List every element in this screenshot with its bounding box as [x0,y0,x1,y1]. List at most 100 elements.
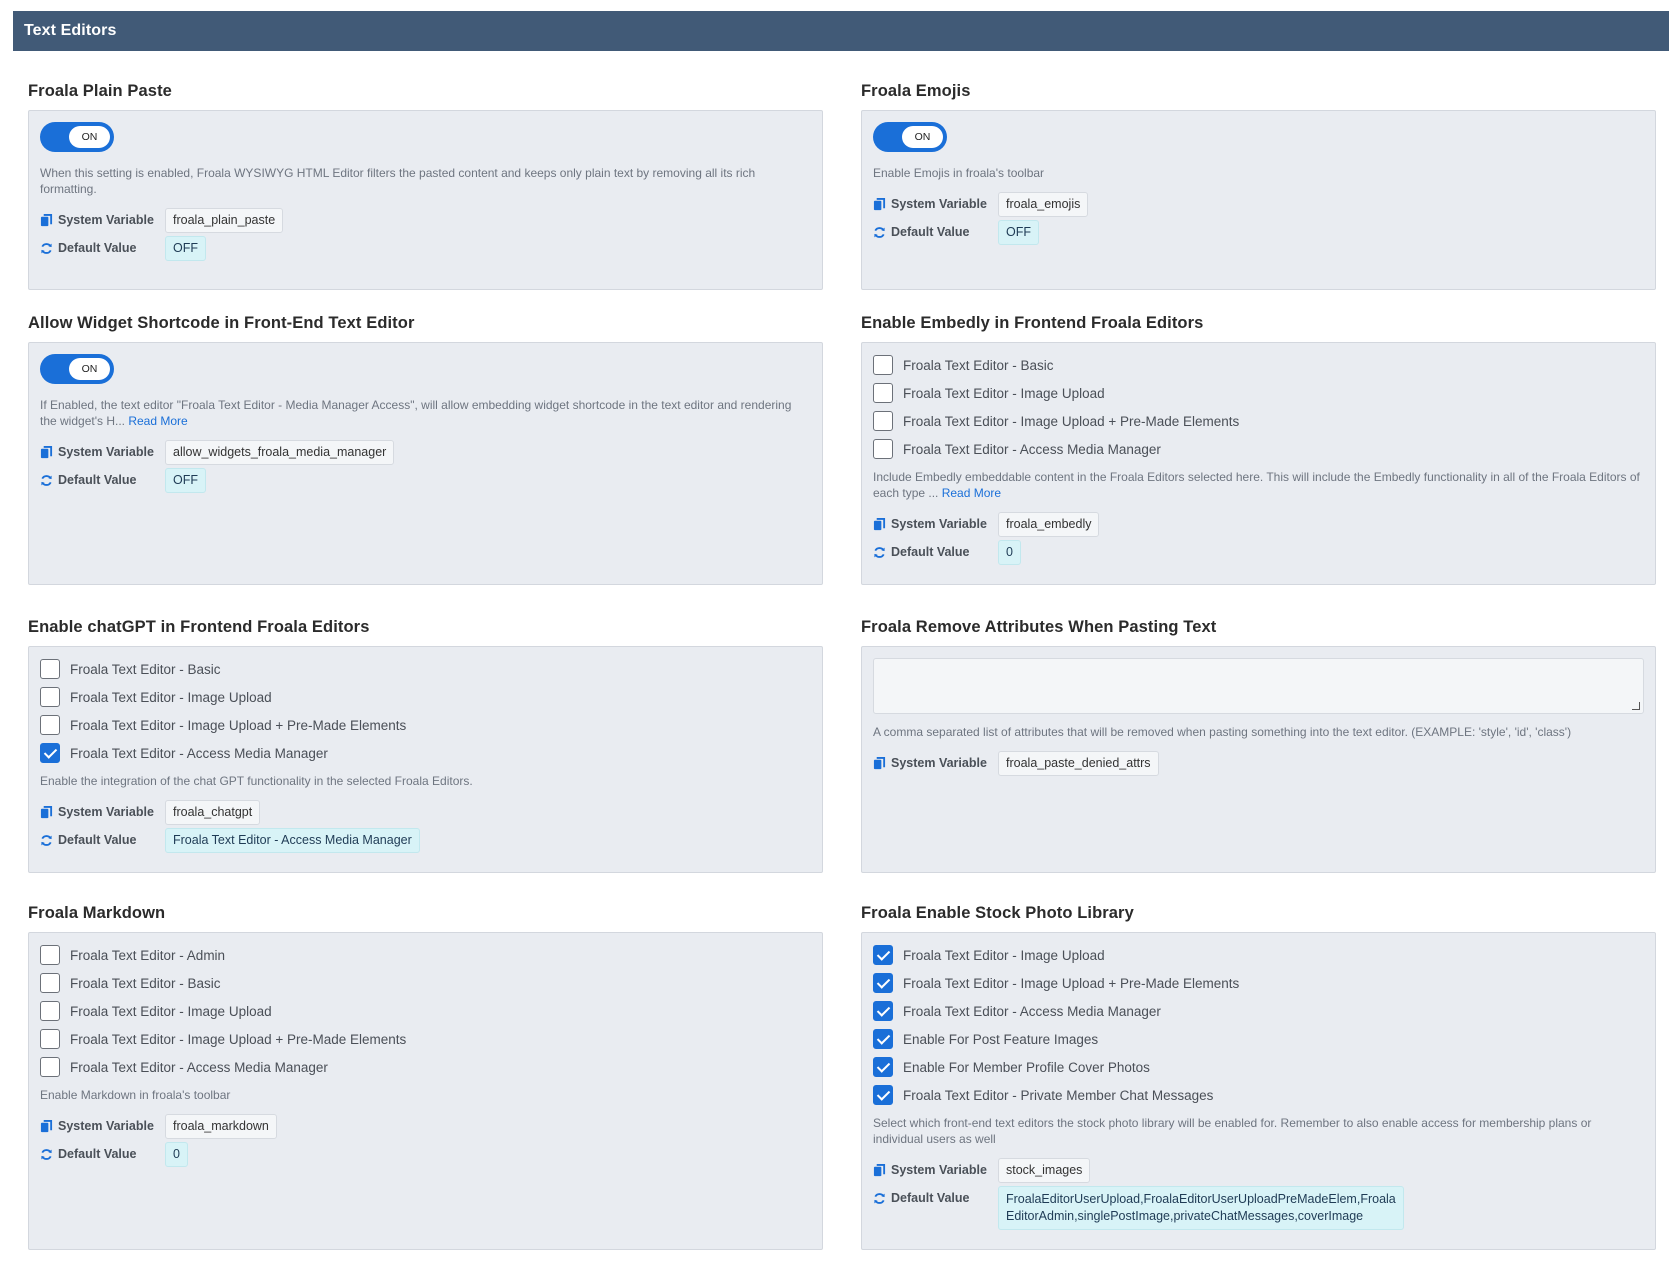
copy-icon [40,806,53,819]
refresh-icon [40,474,53,487]
checkbox-label: Froala Text Editor - Private Member Chat… [903,1087,1214,1103]
checkbox-label: Froala Text Editor - Image Upload [903,385,1105,401]
checkbox[interactable] [40,1057,60,1077]
checkbox-option[interactable]: Froala Text Editor - Image Upload [873,941,1644,969]
setting-title: Froala Plain Paste [28,82,172,100]
refresh-icon [873,546,886,559]
refresh-icon [40,1148,53,1161]
system-variable-value: stock_images [998,1157,1091,1183]
checkbox-label: Froala Text Editor - Image Upload + Pre-… [70,717,407,733]
default-value-line: FroalaEditorUserUpload,FroalaEditorUserU… [1006,1192,1396,1206]
checkbox-option[interactable]: Froala Text Editor - Image Upload [40,997,811,1025]
checkbox-option[interactable]: Enable For Post Feature Images [873,1025,1644,1053]
checkbox-option[interactable]: Froala Text Editor - Private Member Chat… [873,1081,1644,1109]
checkbox[interactable] [873,411,893,431]
toggle-knob: ON [69,126,110,148]
refresh-icon [873,226,886,239]
checkbox-label: Froala Text Editor - Image Upload [903,947,1105,963]
system-variable-value: froala_plain_paste [165,207,284,233]
denied-attrs-textarea[interactable] [873,658,1644,714]
checkbox-checked[interactable] [40,743,60,763]
setting-title: Enable Embedly in Frontend Froala Editor… [861,314,1204,332]
system-variable-label: System Variable [58,445,154,459]
checkbox[interactable] [40,945,60,965]
checkbox-label: Froala Text Editor - Image Upload [70,1003,272,1019]
checkbox-label: Froala Text Editor - Image Upload + Pre-… [903,975,1240,991]
setting-description: A comma separated list of attributes tha… [873,725,1572,739]
setting-description: When this setting is enabled, Froala WYS… [40,166,756,196]
checkbox-checked[interactable] [873,1085,893,1105]
copy-icon [873,1164,886,1177]
system-variable-label: System Variable [58,213,154,227]
checkbox-option[interactable]: Froala Text Editor - Image Upload + Pre-… [873,407,1644,435]
checkbox-label: Froala Text Editor - Basic [903,357,1054,373]
checkbox-option[interactable]: Froala Text Editor - Basic [873,351,1644,379]
system-variable-label: System Variable [891,197,987,211]
checkbox-checked[interactable] [873,1057,893,1077]
checkbox-option[interactable]: Froala Text Editor - Image Upload + Pre-… [40,711,811,739]
checkbox-checked[interactable] [873,1029,893,1049]
checkbox-option[interactable]: Froala Text Editor - Image Upload [873,379,1644,407]
checkbox[interactable] [873,439,893,459]
system-variable-label: System Variable [891,756,987,770]
copy-icon [40,214,53,227]
checkbox-checked[interactable] [873,1001,893,1021]
emojis-toggle[interactable]: ON [873,122,947,152]
checkbox[interactable] [873,383,893,403]
checkbox-option[interactable]: Froala Text Editor - Access Media Manage… [873,435,1644,463]
copy-icon [40,446,53,459]
default-value-label: Default Value [58,1147,137,1161]
setting-froala-plain-paste: Froala Plain Paste ON When this setting … [28,80,823,290]
default-value-label: Default Value [58,833,137,847]
setting-panel: ON Enable Emojis in froala's toolbar Sys… [861,110,1656,290]
checkbox[interactable] [40,1001,60,1021]
page-title: Text Editors [13,11,1669,51]
default-value: 0 [165,1141,188,1167]
refresh-icon [40,242,53,255]
checkbox-option[interactable]: Froala Text Editor - Admin [40,941,811,969]
checkbox[interactable] [40,715,60,735]
checkbox[interactable] [40,687,60,707]
setting-title: Froala Remove Attributes When Pasting Te… [861,618,1217,636]
checkbox-option[interactable]: Froala Text Editor - Image Upload [40,683,811,711]
setting-chatgpt: Enable chatGPT in Frontend Froala Editor… [28,616,823,886]
checkbox-label: Froala Text Editor - Access Media Manage… [70,745,328,761]
widget-shortcode-toggle[interactable]: ON [40,354,114,384]
default-value-label: Default Value [891,225,970,239]
checkbox-label: Enable For Post Feature Images [903,1031,1099,1047]
default-value-label: Default Value [58,473,137,487]
default-value-label: Default Value [891,1191,970,1205]
checkbox-option[interactable]: Froala Text Editor - Basic [40,969,811,997]
default-value: OFF [165,467,206,493]
checkbox-checked[interactable] [873,973,893,993]
checkbox-checked[interactable] [873,945,893,965]
setting-description: If Enabled, the text editor "Froala Text… [40,397,811,429]
checkbox-label: Froala Text Editor - Access Media Manage… [903,441,1161,457]
checkbox-option[interactable]: Froala Text Editor - Basic [40,655,811,683]
default-value: 0 [998,539,1021,565]
default-value-label: Default Value [891,545,970,559]
checkbox[interactable] [873,355,893,375]
setting-panel: Froala Text Editor - Image Upload Froala… [861,932,1656,1250]
checkbox[interactable] [40,1029,60,1049]
checkbox[interactable] [40,973,60,993]
resize-grip-icon[interactable] [1632,702,1640,710]
plain-paste-toggle[interactable]: ON [40,122,114,152]
checkbox-option[interactable]: Froala Text Editor - Image Upload + Pre-… [40,1025,811,1053]
setting-widget-shortcode: Allow Widget Shortcode in Front-End Text… [28,312,823,592]
checkbox-option[interactable]: Froala Text Editor - Access Media Manage… [40,739,811,767]
checkbox-label: Froala Text Editor - Access Media Manage… [70,1059,328,1075]
setting-stock-photo-library: Froala Enable Stock Photo Library Froala… [861,902,1656,1262]
checkbox-option[interactable]: Enable For Member Profile Cover Photos [873,1053,1644,1081]
checkbox-label: Froala Text Editor - Image Upload + Pre-… [903,413,1240,429]
checkbox-option[interactable]: Froala Text Editor - Image Upload + Pre-… [873,969,1644,997]
checkbox-option[interactable]: Froala Text Editor - Access Media Manage… [873,997,1644,1025]
read-more-link[interactable]: Read More [128,414,187,428]
refresh-icon [40,834,53,847]
checkbox-option[interactable]: Froala Text Editor - Access Media Manage… [40,1053,811,1081]
checkbox[interactable] [40,659,60,679]
setting-panel: ON If Enabled, the text editor "Froala T… [28,342,823,585]
setting-remove-attributes: Froala Remove Attributes When Pasting Te… [861,616,1656,886]
read-more-link[interactable]: Read More [942,486,1001,500]
system-variable-label: System Variable [58,1119,154,1133]
